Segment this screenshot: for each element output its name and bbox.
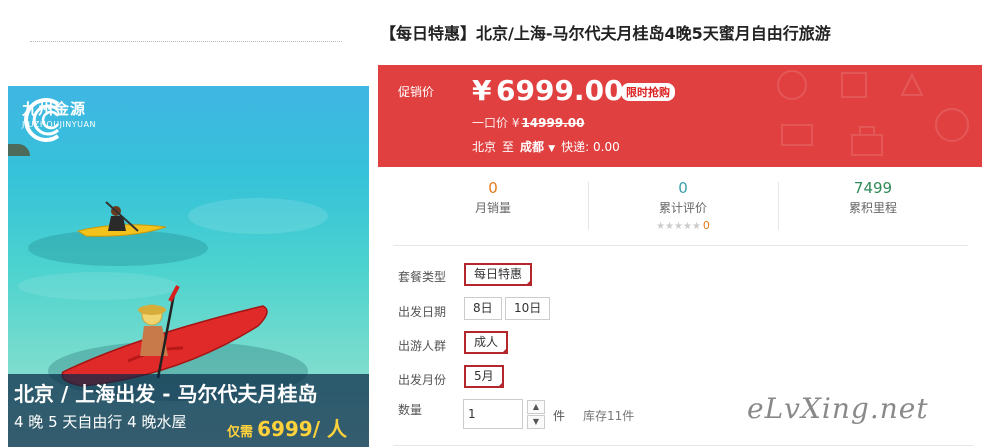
review-count: 0 <box>702 219 710 232</box>
promo-label: 促销价 <box>398 85 435 99</box>
route-separator: 至 <box>502 140 515 154</box>
promo-pattern <box>777 70 969 156</box>
origin-city: 北京 <box>472 140 497 154</box>
stat-value: 7499 <box>853 179 893 197</box>
stat-label: 累计评价 <box>658 201 707 215</box>
rating-stars: ★★★★★ 0 <box>588 219 778 232</box>
quantity-label: 数量 <box>398 403 423 417</box>
top-divider <box>30 41 342 42</box>
caption-price-prefix: 仅需 <box>227 425 254 440</box>
stock-count: 库存11件 <box>583 409 635 423</box>
promo-panel: 促销价 ¥ 6999.00 限时抢购 一口价 ¥14999.00 北京 至 成都… <box>378 65 982 167</box>
original-price-value: 14999.00 <box>521 116 585 130</box>
star-icon: ★★★★★ <box>656 221 701 232</box>
package-type-label: 套餐类型 <box>398 270 447 284</box>
increment-icon[interactable]: ▲ <box>527 400 545 414</box>
stat-mileage: 7499 累积里程 <box>778 172 968 238</box>
stat-value: 0 <box>488 179 498 197</box>
brand-logo-icon <box>24 98 60 142</box>
brand-logo: 九州金源 JIUZHOUJINYUAN <box>18 98 96 142</box>
package-option-daily-deal[interactable]: 每日特惠 <box>464 263 533 286</box>
traveler-type-label: 出游人群 <box>398 339 447 353</box>
bottom-divider <box>393 445 973 446</box>
destination-select[interactable]: 成都 ▼ <box>520 138 555 155</box>
image-caption: 北京 / 上海出发 - 马尔代夫月桂岛 4 晚 5 天自由行 4 晚水屋 仅需 6… <box>8 374 369 447</box>
month-option-may[interactable]: 5月 <box>464 365 504 388</box>
stat-label: 月销量 <box>474 201 511 215</box>
caption-title: 北京 / 上海出发 - 马尔代夫月桂岛 <box>14 382 318 406</box>
departure-date-label: 出发日期 <box>398 305 447 319</box>
stat-label: 累积里程 <box>848 201 897 215</box>
chevron-down-icon: ▼ <box>548 144 556 154</box>
date-option-8[interactable]: 8日 <box>464 297 502 320</box>
date-option-10[interactable]: 10日 <box>505 297 551 320</box>
stat-reviews[interactable]: 0 累计评价 ★★★★★ 0 <box>588 172 778 238</box>
departure-month-label: 出发月份 <box>398 373 447 387</box>
shipping-fee: 快递: 0.00 <box>561 140 620 154</box>
decrement-icon[interactable]: ▼ <box>527 415 545 429</box>
stat-monthly-sales: 0 月销量 <box>398 172 588 238</box>
stats-bar: 0 月销量 0 累计评价 ★★★★★ 0 7499 累积里程 <box>393 172 968 246</box>
caption-price-amount: 6999/ 人 <box>257 417 347 441</box>
original-price: 一口价 ¥14999.00 <box>472 114 584 131</box>
promo-price: 6999.00 <box>496 74 624 107</box>
quantity-input[interactable] <box>463 399 523 429</box>
currency-symbol: ¥ <box>472 74 492 107</box>
quantity-unit: 件 <box>553 409 566 423</box>
product-title: 【每日特惠】北京/上海-马尔代夫月桂岛4晚5天蜜月自由行旅游 <box>380 24 831 43</box>
caption-price: 仅需 6999/ 人 <box>227 413 347 442</box>
original-price-label: 一口价 ¥ <box>472 116 520 130</box>
flash-sale-badge: 限时抢购 <box>621 83 675 101</box>
traveler-option-adult[interactable]: 成人 <box>464 331 509 354</box>
destination-city: 成都 <box>520 140 545 154</box>
watermark: eLvXing.net <box>747 392 929 425</box>
product-image[interactable]: 九州金源 JIUZHOUJINYUAN 北京 / 上海出发 - 马尔代夫月桂岛 … <box>8 86 369 447</box>
stat-value: 0 <box>678 179 688 197</box>
shipping-route: 北京 至 成都 ▼ 快递: 0.00 <box>472 138 620 155</box>
